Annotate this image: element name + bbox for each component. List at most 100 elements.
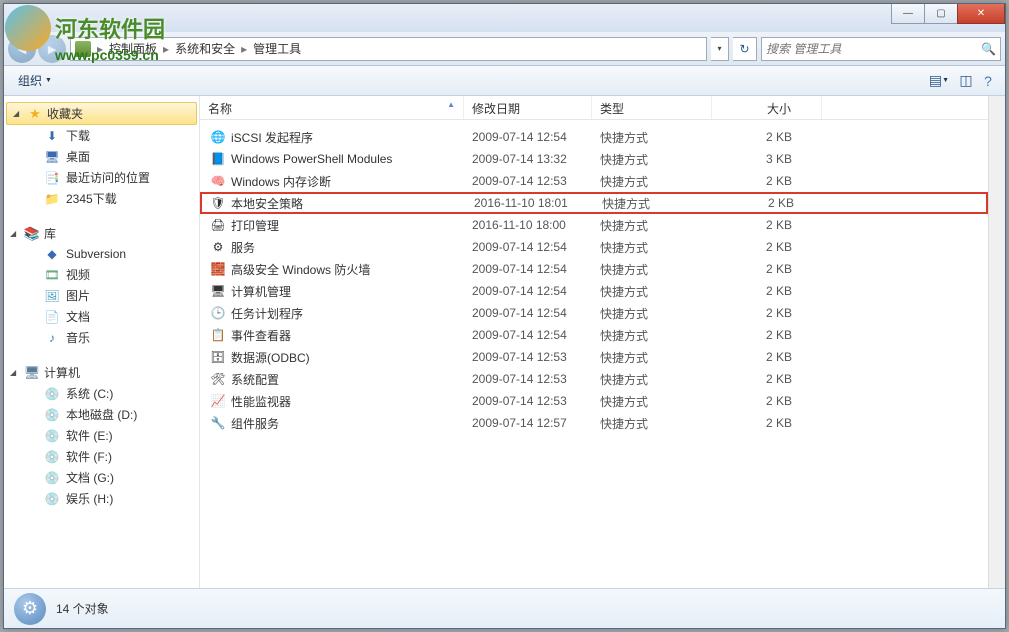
column-size[interactable]: 大小 — [712, 96, 822, 119]
sidebar-item[interactable]: 💿本地磁盘 (D:) — [4, 404, 199, 425]
file-type: 快捷方式 — [594, 195, 714, 212]
file-icon: 🗄 — [210, 349, 226, 365]
file-type: 快捷方式 — [592, 393, 712, 410]
file-row[interactable]: 🧱高级安全 Windows 防火墙2009-07-14 12:54快捷方式2 K… — [200, 258, 988, 280]
file-type: 快捷方式 — [592, 151, 712, 168]
sidebar-item[interactable]: 📄文档 — [4, 306, 199, 327]
minimize-button[interactable]: — — [891, 4, 925, 24]
chevron-right-icon[interactable]: ▸ — [161, 42, 171, 56]
file-row[interactable]: 🖥计算机管理2009-07-14 12:54快捷方式2 KB — [200, 280, 988, 302]
file-icon: 🧱 — [210, 261, 226, 277]
column-type[interactable]: 类型 — [592, 96, 712, 119]
file-row[interactable]: 🗄数据源(ODBC)2009-07-14 12:53快捷方式2 KB — [200, 346, 988, 368]
address-dropdown[interactable]: ▾ — [711, 37, 729, 61]
file-size: 2009-07-14 12:53 — [464, 350, 592, 364]
file-row[interactable]: 📋事件查看器2009-07-14 12:54快捷方式2 KB — [200, 324, 988, 346]
file-row[interactable]: 📘Windows PowerShell Modules2009-07-14 13… — [200, 148, 988, 170]
sidebar-item[interactable]: 💿系统 (C:) — [4, 383, 199, 404]
chevron-right-icon[interactable]: ▸ — [239, 42, 249, 56]
maximize-button[interactable]: ▢ — [924, 4, 958, 24]
nav-item-icon: ⬇ — [44, 128, 60, 144]
nav-item-icon: 🎞 — [44, 267, 60, 283]
sidebar-item[interactable]: 📑最近访问的位置 — [4, 167, 199, 188]
file-name: 组件服务 — [231, 415, 279, 432]
nav-item-icon: 🖥 — [44, 149, 60, 165]
nav-item-label: 图片 — [66, 287, 90, 304]
chevron-right-icon[interactable]: ▸ — [95, 42, 105, 56]
chevron-down-icon: ▼ — [45, 77, 52, 84]
column-date[interactable]: 修改日期 — [464, 96, 592, 119]
refresh-button[interactable]: ↻ — [733, 37, 757, 61]
view-mode-button[interactable]: ▤ ▼ — [923, 70, 955, 92]
nav-item-label: 视频 — [66, 266, 90, 283]
sidebar-item[interactable]: ♪音乐 — [4, 327, 199, 348]
nav-item-label: 本地磁盘 (D:) — [66, 406, 137, 423]
favorites-header[interactable]: ★ 收藏夹 — [6, 102, 197, 125]
sidebar-item[interactable]: 🎞 视频 — [4, 264, 199, 285]
sidebar-item[interactable]: 💿软件 (F:) — [4, 446, 199, 467]
nav-forward-button[interactable]: ► — [38, 35, 66, 63]
crumb-admin-tools[interactable]: 管理工具 — [249, 40, 305, 57]
nav-item-label: Subversion — [66, 247, 126, 261]
file-row[interactable]: 🛠系统配置2009-07-14 12:53快捷方式2 KB — [200, 368, 988, 390]
nav-item-label: 音乐 — [66, 329, 90, 346]
file-row[interactable]: 🔧组件服务2009-07-14 12:57快捷方式2 KB — [200, 412, 988, 434]
breadcrumb[interactable]: ▸ 控制面板 ▸ 系统和安全 ▸ 管理工具 — [70, 37, 707, 61]
sidebar-item[interactable]: ◆Subversion — [4, 244, 199, 264]
file-name: iSCSI 发起程序 — [231, 129, 313, 146]
search-icon[interactable]: 🔍 — [981, 42, 996, 56]
organize-menu[interactable]: 组织 ▼ — [10, 68, 60, 93]
file-row[interactable]: 🖨打印管理2016-11-10 18:00快捷方式2 KB — [200, 214, 988, 236]
file-type: 快捷方式 — [592, 173, 712, 190]
file-icon: 🛠 — [210, 371, 226, 387]
sidebar-item[interactable]: 💿娱乐 (H:) — [4, 488, 199, 509]
file-row[interactable]: 🛡本地安全策略2016-11-10 18:01快捷方式2 KB — [200, 192, 988, 214]
sidebar-item[interactable]: 💿文档 (G:) — [4, 467, 199, 488]
navigation-pane[interactable]: ★ 收藏夹 ⬇ 下载 🖥桌面📑最近访问的位置📁2345下载 📚 库 ◆Subvers… — [4, 96, 200, 588]
file-icon: 📘 — [210, 151, 226, 167]
file-icon: 🧠 — [210, 173, 226, 189]
crumb-control-panel[interactable]: 控制面板 — [105, 40, 161, 57]
sidebar-item[interactable]: 📁2345下载 — [4, 188, 199, 209]
file-rows[interactable]: 🌐iSCSI 发起程序2009-07-14 12:54快捷方式2 KB📘Wind… — [200, 120, 988, 588]
nav-back-button[interactable]: ◄ — [8, 35, 36, 63]
nav-item-label: 2345下载 — [66, 190, 117, 207]
search-input[interactable] — [766, 42, 981, 56]
nav-item-label: 软件 (E:) — [66, 427, 113, 444]
sidebar-item[interactable]: 🖥桌面 — [4, 146, 199, 167]
vertical-scrollbar[interactable] — [988, 96, 1005, 588]
column-name[interactable]: 名称 ▲ — [200, 96, 464, 119]
sidebar-item[interactable]: ⬇ 下载 — [4, 125, 199, 146]
sidebar-item[interactable]: 🖼 图片 — [4, 285, 199, 306]
computer-header[interactable]: 🖥 计算机 — [4, 362, 199, 383]
nav-item-label: 文档 — [66, 308, 90, 325]
nav-item-icon: 💿 — [44, 428, 60, 444]
help-button[interactable]: ? — [977, 70, 999, 92]
nav-item-icon: 🖼 — [44, 288, 60, 304]
nav-item-label: 文档 (G:) — [66, 469, 114, 486]
file-row[interactable]: 🌐iSCSI 发起程序2009-07-14 12:54快捷方式2 KB — [200, 126, 988, 148]
preview-pane-button[interactable]: ◫ — [955, 70, 977, 92]
sidebar-item[interactable]: 💿 软件 (E:) — [4, 425, 199, 446]
control-panel-icon — [75, 41, 91, 57]
file-type: 快捷方式 — [592, 283, 712, 300]
file-row[interactable]: 🧠Windows 内存诊断2009-07-14 12:53快捷方式2 KB — [200, 170, 988, 192]
close-button[interactable]: ✕ — [957, 4, 1005, 24]
file-size: 2009-07-14 12:57 — [464, 416, 592, 430]
crumb-system-security[interactable]: 系统和安全 — [171, 40, 239, 57]
libraries-header[interactable]: 📚 库 — [4, 223, 199, 244]
nav-item-icon: 💿 — [44, 491, 60, 507]
nav-item-label: 下载 — [66, 127, 90, 144]
file-type: 快捷方式 — [592, 217, 712, 234]
file-size: 2009-07-14 12:54 — [464, 306, 592, 320]
search-box[interactable]: 🔍 — [761, 37, 1001, 61]
file-row[interactable]: 🕒任务计划程序2009-07-14 12:54快捷方式2 KB — [200, 302, 988, 324]
file-name: 性能监视器 — [231, 393, 291, 410]
file-row[interactable]: 📈性能监视器2009-07-14 12:53快捷方式2 KB — [200, 390, 988, 412]
explorer-window: — ▢ ✕ ◄ ► ▸ 控制面板 ▸ 系统和安全 ▸ 管理工具 ▾ ↻ 🔍 组织… — [3, 3, 1006, 629]
file-row[interactable]: ⚙服务2009-07-14 12:54快捷方式2 KB — [200, 236, 988, 258]
file-icon: 🔧 — [210, 415, 226, 431]
file-name: 数据源(ODBC) — [231, 349, 310, 366]
titlebar[interactable]: — ▢ ✕ — [4, 4, 1005, 32]
file-icon: 🌐 — [210, 129, 226, 145]
